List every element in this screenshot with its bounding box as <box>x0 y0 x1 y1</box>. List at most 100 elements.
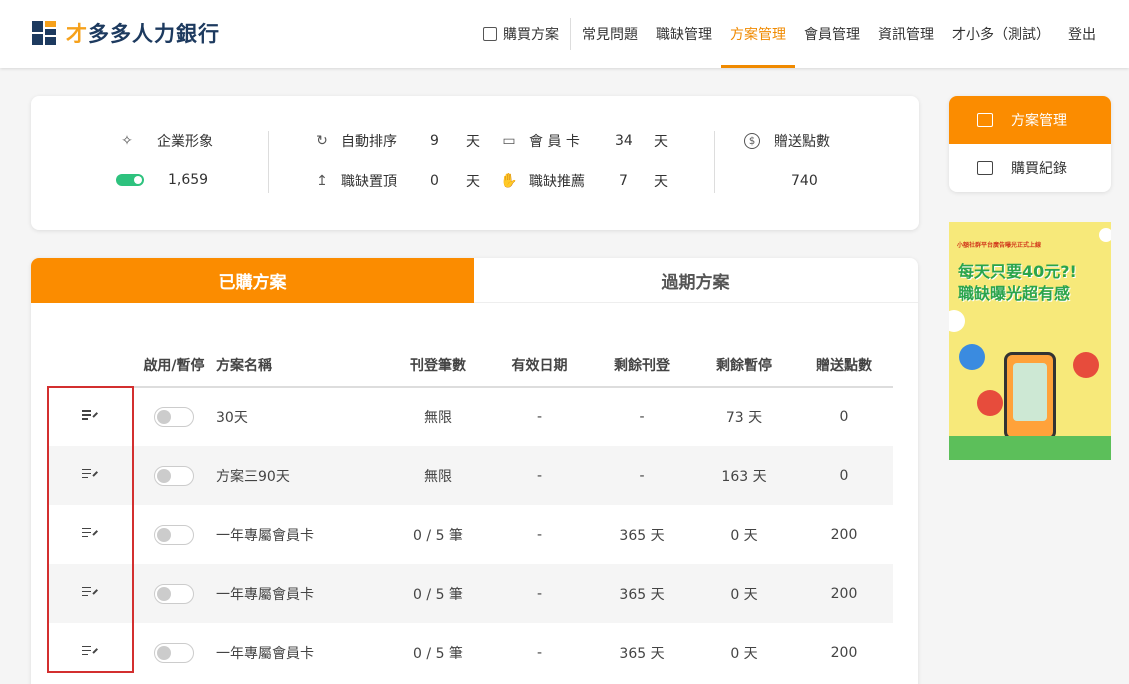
stat-unit: 天 <box>654 174 668 190</box>
enable-toggle[interactable] <box>154 524 194 545</box>
heart-icon <box>1073 352 1099 378</box>
edit-icon[interactable] <box>81 467 99 481</box>
side-item-plan-management[interactable]: 方案管理 <box>949 96 1111 144</box>
edit-cell <box>48 505 132 564</box>
toggle-cell <box>132 505 216 564</box>
toggle-cell <box>132 623 216 682</box>
banner-bubble <box>1099 228 1111 242</box>
stat-auto-sort-value: 9 <box>430 133 439 149</box>
banner-top-text: 小額社群平台廣告曝光正式上線 <box>957 242 1042 249</box>
stats-divider <box>268 131 269 193</box>
banner-bubble <box>949 310 965 332</box>
tab-purchased-plans[interactable]: 已購方案 <box>31 258 474 303</box>
stat-corporate-image-value: 1,659 <box>168 172 209 188</box>
stat-label: 自動排序 <box>341 134 397 150</box>
nav-faq[interactable]: 常見問題 <box>573 0 647 68</box>
nav-buy-plan[interactable]: 購買方案 <box>474 0 568 68</box>
postings: 0 / 5 筆 <box>413 527 463 544</box>
stats-divider <box>714 131 715 193</box>
stat-pin-top-value: 0 <box>430 173 439 189</box>
stat-unit: 天 <box>654 134 668 150</box>
valid-date: - <box>536 526 543 543</box>
stat-member-card: ▭ 會 員 卡 <box>501 131 580 151</box>
remaining-posts: - <box>591 446 693 505</box>
stat-recommend: ✋ 職缺推薦 <box>500 171 585 191</box>
plan-name: 方案三90天 <box>216 446 388 505</box>
edit-cell <box>48 446 132 505</box>
toggle-cell <box>132 387 216 446</box>
stat-label: 職缺推薦 <box>529 174 585 190</box>
like-icon <box>959 344 985 370</box>
edit-icon[interactable] <box>81 526 99 540</box>
plan-name: 一年專屬會員卡 <box>216 564 388 623</box>
postings: 無限 <box>388 446 488 505</box>
plan-name: 一年專屬會員卡 <box>216 645 314 662</box>
col-header-postings: 刊登筆數 <box>388 343 488 388</box>
enable-toggle[interactable] <box>154 407 194 427</box>
remaining-pause: 73 天 <box>725 410 763 426</box>
col-header-edit <box>48 343 132 388</box>
sparkle-icon: ✧ <box>121 133 133 149</box>
promo-banner[interactable]: 小額社群平台廣告曝光正式上線 每天只要40元?! 職缺曝光超有感 <box>949 222 1111 460</box>
nav-logout[interactable]: 登出 <box>1059 0 1105 68</box>
col-header-valid-date: 有效日期 <box>488 343 591 388</box>
logo-mark-icon <box>32 21 56 45</box>
edit-icon[interactable] <box>81 585 99 599</box>
remaining-pause: 0 天 <box>730 645 758 662</box>
phone-illustration <box>1004 352 1056 440</box>
enable-toggle[interactable] <box>154 583 194 604</box>
remaining-posts: 365 天 <box>591 564 693 623</box>
stat-label: 職缺置頂 <box>341 174 397 190</box>
refresh-icon: ↻ <box>316 133 328 149</box>
tab-expired-plans[interactable]: 過期方案 <box>474 258 917 303</box>
top-header: 才多多人力銀行 購買方案 常見問題 職缺管理 方案管理 會員管理 資訊管理 才小… <box>0 0 1129 68</box>
corporate-image-toggle[interactable] <box>116 174 144 186</box>
remaining-posts: 365 天 <box>619 645 665 662</box>
nav-divider <box>570 18 571 50</box>
valid-date: - <box>488 564 591 623</box>
postings: 0 / 5 筆 <box>413 645 463 662</box>
stat-member-card-value: 34 <box>615 133 633 149</box>
table-header-row: 啟用/暫停 方案名稱 刊登筆數 有效日期 剩餘刊登 剩餘暫停 贈送點數 <box>48 343 893 388</box>
dollar-icon: $ <box>744 133 760 149</box>
plan-name: 一年專屬會員卡 <box>216 527 314 544</box>
table-row: 一年專屬會員卡 0 / 5 筆 - 365 天 0 天 200 <box>48 505 893 564</box>
brand-logo[interactable]: 才多多人力銀行 <box>32 20 220 46</box>
nav-plan-management[interactable]: 方案管理 <box>721 0 795 68</box>
stat-pin-top: ↥ 職缺置頂 <box>314 171 397 191</box>
remaining-pause: 0 天 <box>693 564 795 623</box>
side-menu: 方案管理 購買紀錄 <box>949 96 1111 192</box>
nav-member-management[interactable]: 會員管理 <box>795 0 869 68</box>
stat-recommend-value: 7 <box>619 173 628 189</box>
table-row: 方案三90天 無限 - - 163 天 0 <box>48 446 893 505</box>
enable-toggle[interactable] <box>154 465 194 486</box>
remaining-posts: - <box>639 409 645 425</box>
col-header-bonus-points: 贈送點數 <box>795 343 893 388</box>
nav-info-management[interactable]: 資訊管理 <box>869 0 943 68</box>
card-icon: ▭ <box>502 133 516 149</box>
stat-auto-sort: ↻ 自動排序 <box>314 131 397 151</box>
postings: 無限 <box>424 410 452 426</box>
edit-icon[interactable] <box>81 644 99 658</box>
side-item-purchase-history[interactable]: 購買紀錄 <box>949 144 1111 192</box>
plan-table: 啟用/暫停 方案名稱 刊登筆數 有效日期 剩餘刊登 剩餘暫停 贈送點數 30天 … <box>48 343 893 682</box>
stat-label: 贈送點數 <box>774 134 830 150</box>
enable-toggle[interactable] <box>154 642 194 663</box>
wallet-icon <box>977 113 993 127</box>
stat-corporate-image: ✧ 企業形象 <box>119 131 213 151</box>
heart-icon <box>977 390 1003 416</box>
stat-label: 企業形象 <box>157 134 213 150</box>
logo-text: 才多多人力銀行 <box>66 22 220 46</box>
bonus-points: 200 <box>795 564 893 623</box>
col-header-remaining-posts: 剩餘刊登 <box>591 343 693 388</box>
stat-bonus-points: $ 贈送點數 <box>744 131 830 151</box>
edit-icon[interactable] <box>81 408 99 422</box>
arrow-up-icon: ↥ <box>316 173 328 189</box>
stat-label: 會 員 卡 <box>529 134 580 150</box>
nav-job-management[interactable]: 職缺管理 <box>647 0 721 68</box>
nav-user-account[interactable]: 才小多（測試） <box>943 0 1059 68</box>
side-item-label: 購買紀錄 <box>1011 161 1067 177</box>
valid-date: - <box>488 446 591 505</box>
edit-cell <box>48 387 132 446</box>
col-header-remaining-pause: 剩餘暫停 <box>693 343 795 388</box>
